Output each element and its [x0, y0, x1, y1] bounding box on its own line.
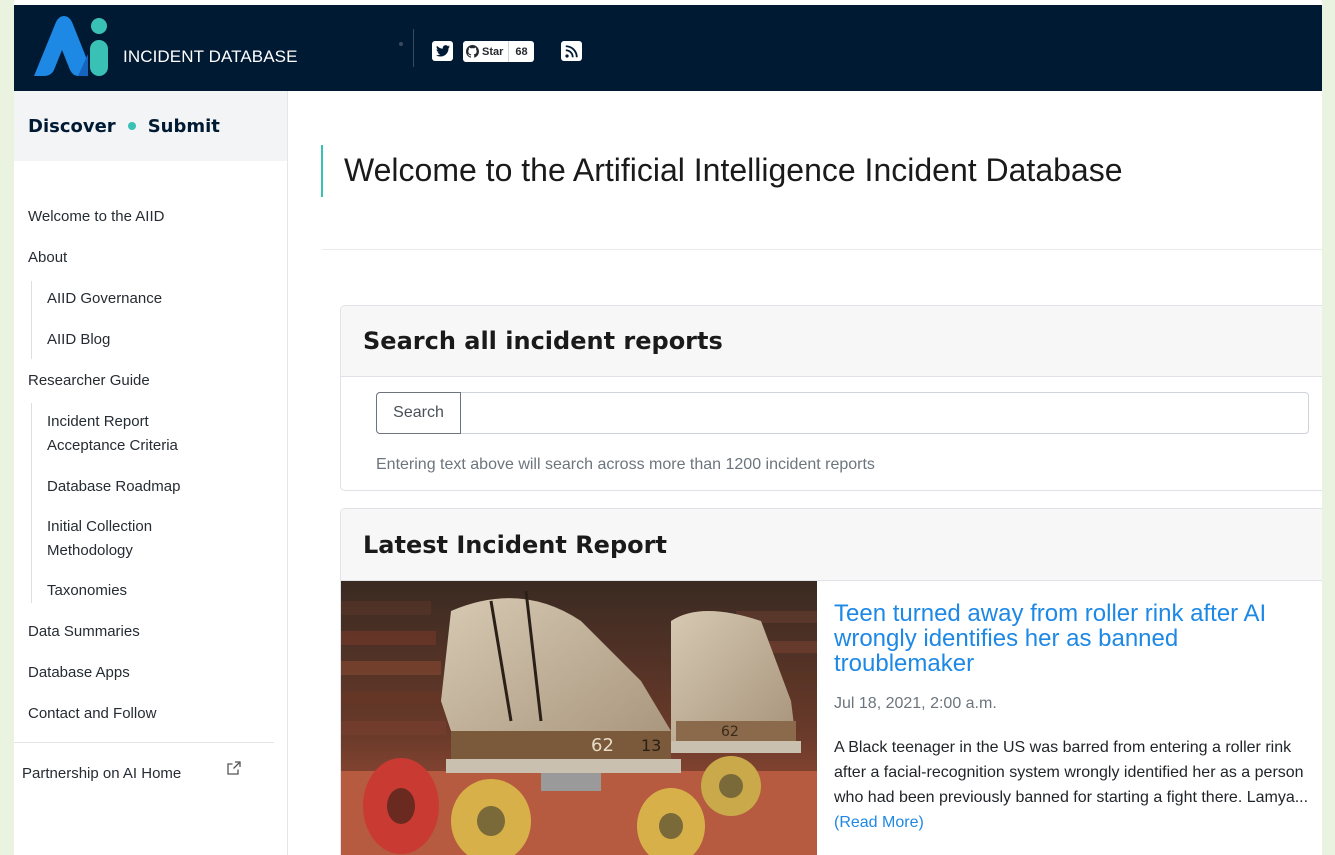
submit-link[interactable]: Submit — [148, 116, 220, 137]
report-excerpt-text: A Black teenager in the US was barred fr… — [834, 739, 1309, 806]
latest-report-heading: Latest Incident Report — [341, 509, 1322, 581]
page-frame: INCIDENT DATABASE Star 68 Discover Submi… — [14, 0, 1322, 855]
search-group: Search — [376, 392, 1309, 434]
twitter-icon[interactable] — [432, 41, 453, 61]
github-star-count[interactable]: 68 — [509, 41, 534, 62]
separator-dot — [127, 122, 136, 130]
github-star-button[interactable]: Star 68 — [463, 41, 534, 62]
rss-icon[interactable] — [561, 41, 582, 61]
page-title: Welcome to the Artificial Intelligence I… — [344, 152, 1123, 188]
skate-number: 62 — [591, 735, 614, 756]
sidebar: Discover Submit Welcome to the AIID Abou… — [14, 91, 288, 855]
search-button[interactable]: Search — [376, 392, 461, 434]
sidebar-item-about[interactable]: About — [28, 246, 67, 270]
sidebar-item-taxonomies[interactable]: Taxonomies — [47, 579, 127, 603]
aiid-logo-icon[interactable] — [26, 14, 116, 84]
nav-subgroup-border — [31, 403, 32, 603]
top-navbar: INCIDENT DATABASE Star 68 — [14, 5, 1322, 91]
divider — [322, 249, 1322, 250]
report-excerpt: A Black teenager in the US was barred fr… — [834, 735, 1314, 835]
sidebar-item-data-summaries[interactable]: Data Summaries — [28, 620, 140, 644]
report-date: Jul 18, 2021, 2:00 a.m. — [834, 695, 997, 712]
search-hint: Entering text above will search across m… — [376, 456, 875, 473]
title-accent-bar — [321, 145, 323, 197]
sidebar-item-collection-methodology[interactable]: Initial Collection Methodology — [47, 515, 177, 563]
search-card-heading: Search all incident reports — [341, 306, 1322, 377]
sidebar-item-welcome[interactable]: Welcome to the AIID — [28, 205, 164, 229]
discover-link[interactable]: Discover — [28, 116, 116, 137]
search-card: Search all incident reports Search Enter… — [340, 305, 1322, 491]
brand-name[interactable]: INCIDENT DATABASE — [123, 47, 298, 67]
skate-number: 13 — [641, 736, 661, 755]
sidebar-item-acceptance-criteria[interactable]: Incident Report Acceptance Criteria — [47, 410, 217, 458]
separator — [413, 29, 414, 67]
search-input[interactable] — [461, 393, 1308, 433]
skate-number: 62 — [721, 724, 739, 740]
sidebar-header: Discover Submit — [14, 91, 287, 161]
separator-dot — [399, 42, 403, 46]
latest-report-card: Latest Incident Report 62 62 13 Teen tur… — [340, 508, 1322, 855]
star-label-text: Star — [482, 45, 504, 58]
nav-subgroup-border — [31, 281, 32, 359]
sidebar-item-governance[interactable]: AIID Governance — [47, 287, 162, 311]
report-image[interactable]: 62 62 13 — [341, 581, 817, 855]
external-link-icon — [227, 761, 241, 775]
sidebar-divider — [14, 742, 274, 743]
github-icon — [466, 45, 479, 58]
sidebar-item-roadmap[interactable]: Database Roadmap — [47, 475, 180, 499]
sidebar-item-blog[interactable]: AIID Blog — [47, 328, 110, 352]
sidebar-item-researcher-guide[interactable]: Researcher Guide — [28, 369, 150, 393]
report-title-link[interactable]: Teen turned away from roller rink after … — [834, 601, 1314, 676]
sidebar-item-database-apps[interactable]: Database Apps — [28, 661, 130, 685]
partnership-link[interactable]: Partnership on AI Home — [22, 762, 181, 786]
sidebar-item-contact[interactable]: Contact and Follow — [28, 702, 156, 726]
read-more-link[interactable]: (Read More) — [834, 814, 924, 831]
github-star-label[interactable]: Star — [463, 41, 510, 62]
